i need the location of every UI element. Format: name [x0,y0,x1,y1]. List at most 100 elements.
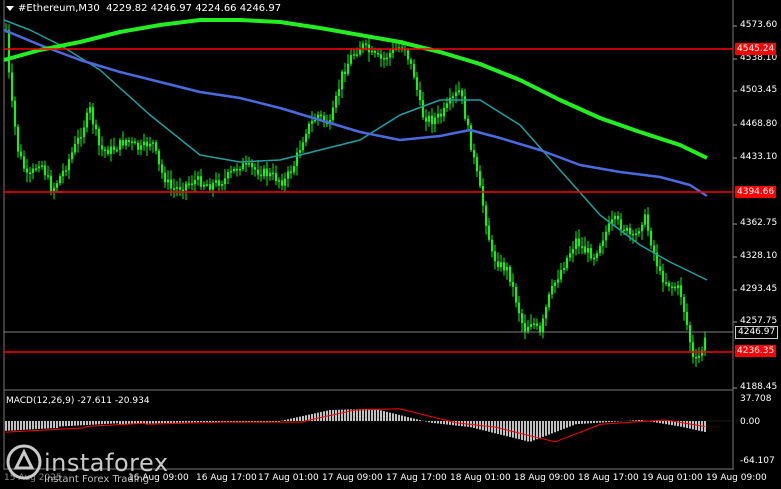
candle-body [455,92,457,97]
candle-body [356,54,358,56]
candle-body [377,52,379,55]
candle-body [131,141,133,144]
macd-axis-label: 0.00 [740,417,761,427]
candle-body [242,163,244,170]
candle-body [53,187,55,192]
candle-body [551,285,553,295]
candle-body [44,165,46,176]
candle-body [14,100,16,127]
candle-body [272,172,274,175]
candle-body [515,286,517,303]
candle-body [593,257,595,260]
candle-body [653,245,655,253]
candle-body [287,171,289,179]
candle-body [692,342,694,358]
candle-body [32,168,34,173]
candle-body [227,172,229,179]
candle-body [233,168,235,171]
candle-body [437,113,439,118]
candle-body [191,183,193,185]
candle-body [56,183,58,188]
candle-body [113,146,115,151]
candle-body [104,149,106,152]
candle-body [452,96,454,99]
candle-body [512,281,514,287]
candle-body [188,183,190,185]
candle-body [38,166,40,169]
candle-body [92,107,94,125]
candle-body [434,117,436,125]
candle-body [239,169,241,171]
candle-body [548,294,550,308]
candle-body [203,184,205,187]
candle-body [413,63,415,78]
candle-body [98,129,100,146]
candle-body [230,170,232,173]
candle-body [62,170,64,177]
candle-body [284,178,286,186]
candle-body [440,113,442,117]
candle-body [665,282,667,284]
candle-body [644,214,646,225]
candle-body [200,176,202,187]
candle-body [689,325,691,343]
candle-body [179,187,181,190]
candle-body [50,175,52,192]
candle-body [143,141,145,146]
candle-body [110,146,112,154]
candle-body [194,179,196,185]
candle-body [182,189,184,192]
candle-body [344,71,346,74]
candle-body [473,149,475,158]
candle-body [245,163,247,165]
candle-body [353,54,355,56]
candle-body [587,247,589,253]
candle-body [299,150,301,153]
candle-body [74,143,76,153]
candle-body [506,266,508,271]
candle-body [341,71,343,90]
candle-body [686,311,688,326]
time-label: 17 Aug 09:00 [322,473,383,483]
candle-body [422,100,424,118]
candle-body [86,112,88,128]
price-chart[interactable] [0,0,781,489]
candle-body [302,142,304,151]
candle-body [482,185,484,206]
current-price-tag: 4246.97 [735,326,779,339]
candle-body [116,149,118,152]
candle-body [389,52,391,58]
candle-body [308,123,310,134]
candle-body [89,107,91,113]
candle-body [221,184,223,186]
candle-body [374,50,376,53]
candle-body [668,282,670,287]
candle-body [185,183,187,191]
candle-body [290,171,292,173]
candle-body [569,253,571,258]
candle-body [416,77,418,90]
candle-body [161,164,163,173]
price-label: 4257.75 [740,316,778,326]
candle-body [605,231,607,241]
candle-body [671,286,673,289]
time-label: 16 Aug 17:00 [196,473,257,483]
candle-body [17,126,19,152]
candle-body [209,184,211,190]
candle-body [509,266,511,282]
candle-body [674,286,676,289]
candle-body [635,233,637,236]
candle-body [35,168,37,170]
candle-body [263,168,265,177]
candle-body [704,337,706,351]
candle-body [257,169,259,175]
candle-body [488,225,490,240]
price-label: 4293.45 [740,284,778,294]
candle-body [281,180,283,186]
candle-body [410,59,412,64]
candle-body [173,188,175,190]
candle-body [458,90,460,93]
moving-averages [3,18,708,281]
candle-body [65,170,67,172]
candle-body [554,282,556,286]
